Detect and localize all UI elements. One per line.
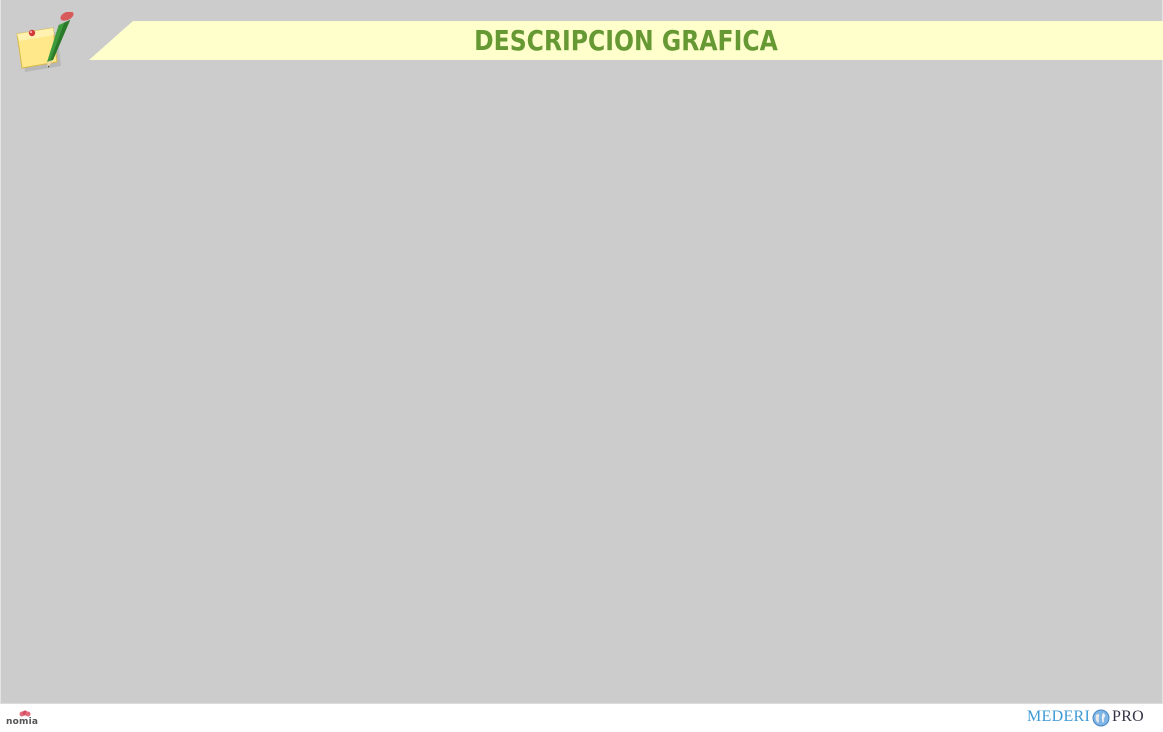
pro-logo-text: PRO [1112, 708, 1145, 725]
footer-bar: nomia MEDERI PRO [0, 704, 1163, 732]
mederipro-logo: MEDERI PRO [1027, 707, 1152, 729]
globe-icon [1092, 709, 1110, 727]
slide-title: DESCRIPCION GRAFICA [474, 24, 778, 57]
note-and-pencil-icon [11, 11, 85, 74]
nomia-logo-text: nomia [6, 717, 39, 727]
mederi-logo-text: MEDERI [1027, 708, 1091, 725]
slide-canvas: DESCRIPCION GRAFICA [0, 0, 1163, 704]
slide-window: DESCRIPCION GRAFICA nomia MEDERI PRO [0, 0, 1163, 732]
nomia-logo: nomia [6, 710, 46, 730]
